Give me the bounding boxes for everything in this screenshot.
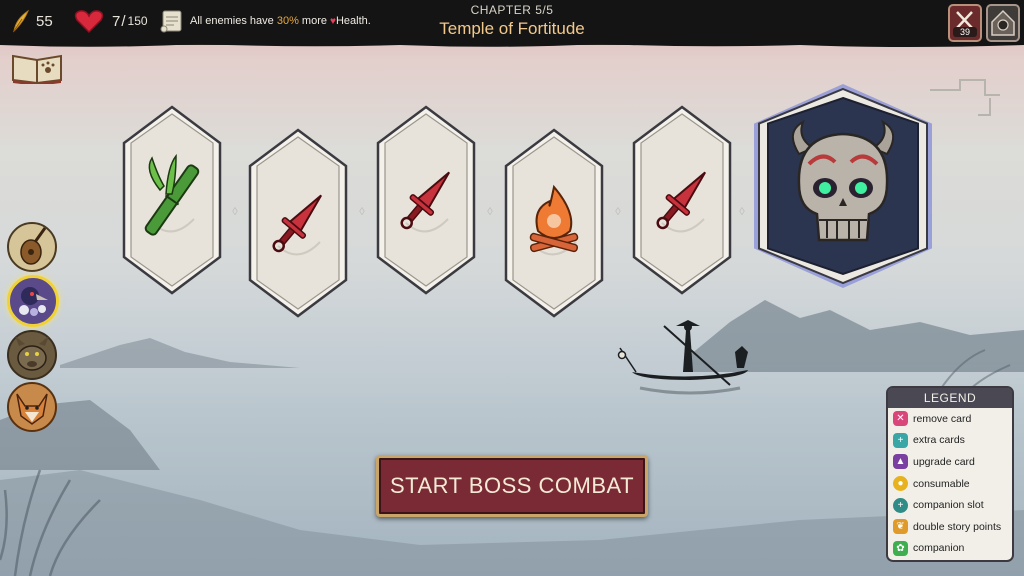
legend-item-label: upgrade card [913, 455, 975, 468]
camp-button[interactable] [986, 4, 1020, 42]
health-display: 7 / 150 [74, 0, 148, 42]
story-points: 55 [10, 0, 53, 42]
feather-icon: ❦ [893, 519, 908, 535]
extra-cards-icon: + [893, 432, 908, 448]
health-current: 7 [112, 12, 121, 30]
heart-icon [74, 10, 104, 34]
open-book-icon [12, 54, 62, 86]
dagger-node-1[interactable] [248, 128, 348, 318]
torn-edge [0, 42, 1024, 47]
party-member-guitar[interactable] [7, 222, 57, 272]
legend-title: LEGEND [888, 388, 1012, 408]
legend-item: ● consumable [888, 473, 1012, 495]
path-connector-icon: ◊ [359, 206, 365, 218]
path-connector-icon: ◊ [615, 206, 621, 218]
legend-panel: LEGEND ✕ remove card + extra cards ▲ upgrade … [886, 386, 1014, 562]
house-icon [991, 9, 1015, 36]
legend-item-label: double story points [913, 520, 1002, 533]
modifier-end: Health. [335, 15, 371, 27]
bird-portrait-icon [19, 287, 48, 316]
companion-slot-icon: + [893, 497, 908, 513]
chapter-label: CHAPTER 5/5 [470, 3, 554, 17]
top-bar: 55 7 / 150 All enemies have 30% more ♥He… [0, 0, 1024, 45]
start-button-label: START BOSS COMBAT [389, 473, 635, 498]
consumable-icon: ● [893, 476, 908, 492]
scroll-icon [160, 10, 182, 33]
campfire-node[interactable] [504, 128, 604, 318]
legend-item: ❦ double story points [888, 516, 1012, 538]
chapter-header: CHAPTER 5/5 Temple of Fortitude [412, 3, 612, 39]
chapter-title: Temple of Fortitude [439, 19, 585, 38]
health-max: 150 [127, 14, 148, 28]
legend-list: ✕ remove card + extra cards ▲ upgrade card ● co… [888, 408, 1012, 559]
party-member-boar[interactable] [7, 330, 57, 380]
party-member-bird-selected[interactable] [7, 275, 59, 327]
upgrade-card-icon: ▲ [893, 454, 908, 470]
feather-icon [13, 9, 30, 33]
modifier-percent: 30% [276, 15, 299, 27]
path-connector-icon: ◊ [232, 206, 238, 218]
legend-item: + extra cards [888, 430, 1012, 452]
chapter-modifier[interactable]: All enemies have 30% more ♥Health. [158, 0, 371, 42]
lute-icon [20, 227, 47, 265]
dagger-node-2[interactable] [376, 105, 476, 295]
health-separator: / [121, 12, 126, 30]
party-member-fox[interactable] [7, 382, 57, 432]
paw-icon: ✿ [893, 540, 908, 556]
fox-portrait-icon [16, 393, 48, 425]
story-points-value: 55 [36, 12, 53, 30]
modifier-text: All enemies have 30% more ♥Health. [190, 15, 371, 27]
start-boss-combat-button[interactable]: START BOSS COMBAT [376, 455, 648, 517]
legend-item: ✿ companion [888, 538, 1012, 560]
dagger-node-3[interactable] [632, 105, 732, 295]
path-connector-icon: ◊ [487, 206, 493, 218]
deck-book-button[interactable] [10, 50, 64, 86]
legend-item: ▲ upgrade card [888, 451, 1012, 473]
modifier-prefix: All enemies have [190, 15, 277, 27]
bamboo-node[interactable] [122, 105, 222, 295]
legend-item: ✕ remove card [888, 408, 1012, 430]
legend-item: + companion slot [888, 494, 1012, 516]
remove-card-icon: ✕ [893, 411, 908, 427]
boar-portrait-icon [15, 336, 49, 371]
game-scene: 55 7 / 150 All enemies have 30% more ♥He… [0, 0, 1024, 576]
modifier-middle: more [298, 15, 331, 27]
legend-item-label: consumable [913, 477, 970, 490]
path-connector-icon: ◊ [739, 206, 745, 218]
legend-item-label: companion slot [913, 499, 984, 512]
legend-item-label: extra cards [913, 434, 965, 447]
remove-card-button[interactable]: 39 [948, 4, 982, 42]
legend-item-label: companion [913, 542, 965, 555]
boss-node[interactable] [752, 82, 934, 290]
remove-count: 39 [953, 27, 977, 37]
legend-item-label: remove card [913, 412, 972, 425]
